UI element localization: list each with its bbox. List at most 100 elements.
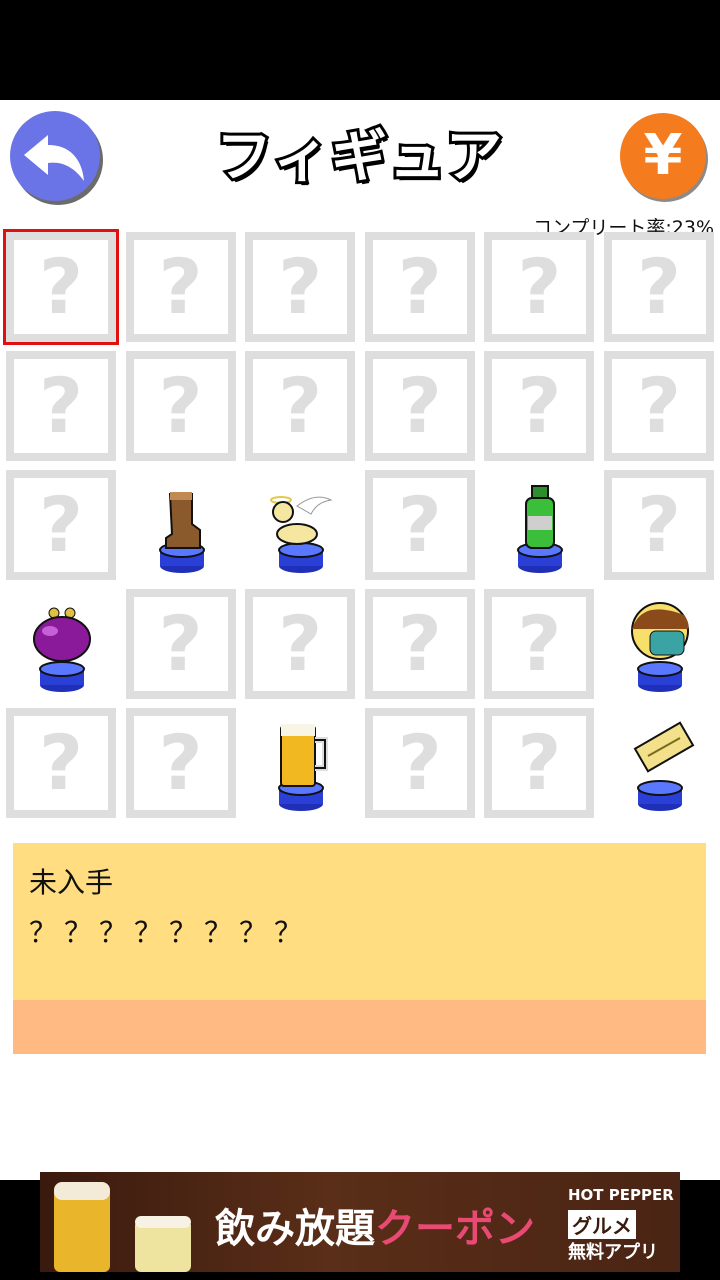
- figure-slot-locked[interactable]: ?: [241, 347, 360, 466]
- ad-banner[interactable]: 飲み放題クーポン HOT PEPPER グルメ 無料アプリ: [40, 1172, 680, 1272]
- figure-slot-locked[interactable]: ?: [361, 228, 480, 347]
- locked-placeholder: ?: [245, 351, 356, 461]
- figure-slot-locked[interactable]: ?: [480, 704, 599, 823]
- back-arrow-icon: [24, 135, 84, 181]
- locked-placeholder: ?: [125, 708, 236, 818]
- ad-brand-bottom: 無料アプリ: [568, 1242, 658, 1263]
- question-mark-icon: ?: [636, 480, 682, 569]
- green-bottle-figure-icon: [517, 485, 564, 573]
- figure-slot-locked[interactable]: ?: [241, 228, 360, 347]
- page-title: フィギュア: [213, 122, 505, 193]
- figure-slot-locked[interactable]: ?: [361, 347, 480, 466]
- question-mark-icon: ?: [158, 718, 203, 807]
- question-mark-icon: ?: [38, 242, 84, 331]
- question-mark-icon: ?: [158, 599, 203, 688]
- locked-placeholder: ?: [125, 232, 236, 342]
- locked-placeholder: ?: [484, 589, 595, 699]
- locked-placeholder: ?: [245, 589, 356, 699]
- question-mark-icon: ?: [636, 361, 682, 450]
- ad-brand-top: HOT PEPPER: [568, 1186, 674, 1204]
- figure-slot-locked[interactable]: ?: [361, 704, 480, 823]
- question-mark-icon: ?: [517, 361, 562, 450]
- locked-placeholder: ?: [484, 351, 595, 461]
- locked-placeholder: ?: [6, 351, 116, 461]
- figure-slot-boot[interactable]: [122, 466, 241, 585]
- beer-mug-figure-icon: [278, 724, 329, 811]
- figure-slot-locked[interactable]: ?: [122, 228, 241, 347]
- figure-slot-locked[interactable]: ?: [361, 585, 480, 704]
- figure-slot-locked[interactable]: ?: [2, 228, 121, 347]
- figure-slot-locked[interactable]: ?: [2, 704, 121, 823]
- question-mark-icon: ?: [38, 361, 84, 450]
- masked-boy-figure-icon: [631, 602, 689, 692]
- figure-info-panel: 未入手 ？？？？？？？？: [13, 843, 706, 1000]
- status-bar: [0, 0, 720, 100]
- figure-slot-locked[interactable]: ?: [122, 585, 241, 704]
- figure-slot-locked[interactable]: ?: [241, 585, 360, 704]
- figure-slot-locked[interactable]: ?: [361, 466, 480, 585]
- figure-slot-locked[interactable]: ?: [122, 704, 241, 823]
- figure-collection-screen: フィギュア ¥ コンプリート率:23% ????????????????????…: [0, 100, 720, 1180]
- question-mark-icon: ?: [517, 718, 562, 807]
- figure-slot-green-bottle[interactable]: [480, 466, 599, 585]
- locked-placeholder: ?: [364, 232, 475, 342]
- question-mark-icon: ?: [38, 480, 84, 569]
- question-mark-icon: ?: [158, 361, 203, 450]
- locked-placeholder: ?: [245, 232, 356, 342]
- figure-status: 未入手: [29, 866, 114, 899]
- question-mark-icon: ?: [397, 242, 442, 331]
- locked-placeholder: ?: [604, 470, 714, 580]
- purple-purse-figure-icon: [33, 607, 91, 692]
- locked-placeholder: ?: [6, 232, 116, 342]
- figure-slot-beer-mug[interactable]: [241, 704, 360, 823]
- boot-figure-icon: [158, 492, 205, 573]
- figure-slot-locked[interactable]: ?: [2, 466, 121, 585]
- locked-placeholder: ?: [125, 351, 236, 461]
- locked-placeholder: ?: [364, 708, 475, 818]
- locked-placeholder: ?: [364, 470, 475, 580]
- figure-info-footer: [13, 1000, 706, 1054]
- back-button[interactable]: [10, 111, 100, 201]
- question-mark-icon: ?: [158, 242, 203, 331]
- locked-placeholder: ?: [364, 589, 475, 699]
- locked-placeholder: ?: [6, 470, 116, 580]
- figure-name: ？？？？？？？？: [29, 916, 310, 949]
- figure-slot-locked[interactable]: ?: [600, 347, 719, 466]
- question-mark-icon: ?: [397, 361, 442, 450]
- figure-slot-ticket[interactable]: [600, 704, 719, 823]
- ad-brand-logo: グルメ: [568, 1210, 636, 1239]
- locked-placeholder: ?: [484, 708, 595, 818]
- figure-grid: ???????????????????????: [0, 228, 720, 828]
- figure-slot-masked-boy[interactable]: [600, 585, 719, 704]
- figure-slot-locked[interactable]: ?: [480, 347, 599, 466]
- question-mark-icon: ?: [636, 242, 682, 331]
- ad-headline: 飲み放題クーポン: [215, 1206, 535, 1252]
- question-mark-icon: ?: [278, 361, 323, 450]
- locked-placeholder: ?: [364, 351, 475, 461]
- question-mark-icon: ?: [517, 599, 562, 688]
- question-mark-icon: ?: [397, 599, 442, 688]
- figure-slot-locked[interactable]: ?: [600, 466, 719, 585]
- figure-slot-locked[interactable]: ?: [122, 347, 241, 466]
- locked-placeholder: ?: [604, 351, 714, 461]
- figure-slot-locked[interactable]: ?: [480, 228, 599, 347]
- figure-slot-locked[interactable]: ?: [480, 585, 599, 704]
- locked-placeholder: ?: [484, 232, 595, 342]
- question-mark-icon: ?: [278, 242, 323, 331]
- question-mark-icon: ?: [397, 718, 442, 807]
- locked-placeholder: ?: [125, 589, 236, 699]
- figure-slot-purple-purse[interactable]: [2, 585, 121, 704]
- locked-placeholder: ?: [6, 708, 116, 818]
- locked-placeholder: ?: [604, 232, 714, 342]
- question-mark-icon: ?: [38, 718, 84, 807]
- shop-button[interactable]: ¥: [620, 113, 706, 199]
- figure-slot-locked[interactable]: ?: [2, 347, 121, 466]
- figure-slot-angel-dog[interactable]: [241, 466, 360, 585]
- beer-glass-icon: [54, 1182, 191, 1272]
- question-mark-icon: ?: [278, 599, 323, 688]
- question-mark-icon: ?: [397, 480, 442, 569]
- figure-slot-locked[interactable]: ?: [600, 228, 719, 347]
- ticket-figure-icon: [633, 721, 695, 811]
- yen-icon: ¥: [643, 123, 683, 188]
- angel-dog-figure-icon: [270, 496, 333, 573]
